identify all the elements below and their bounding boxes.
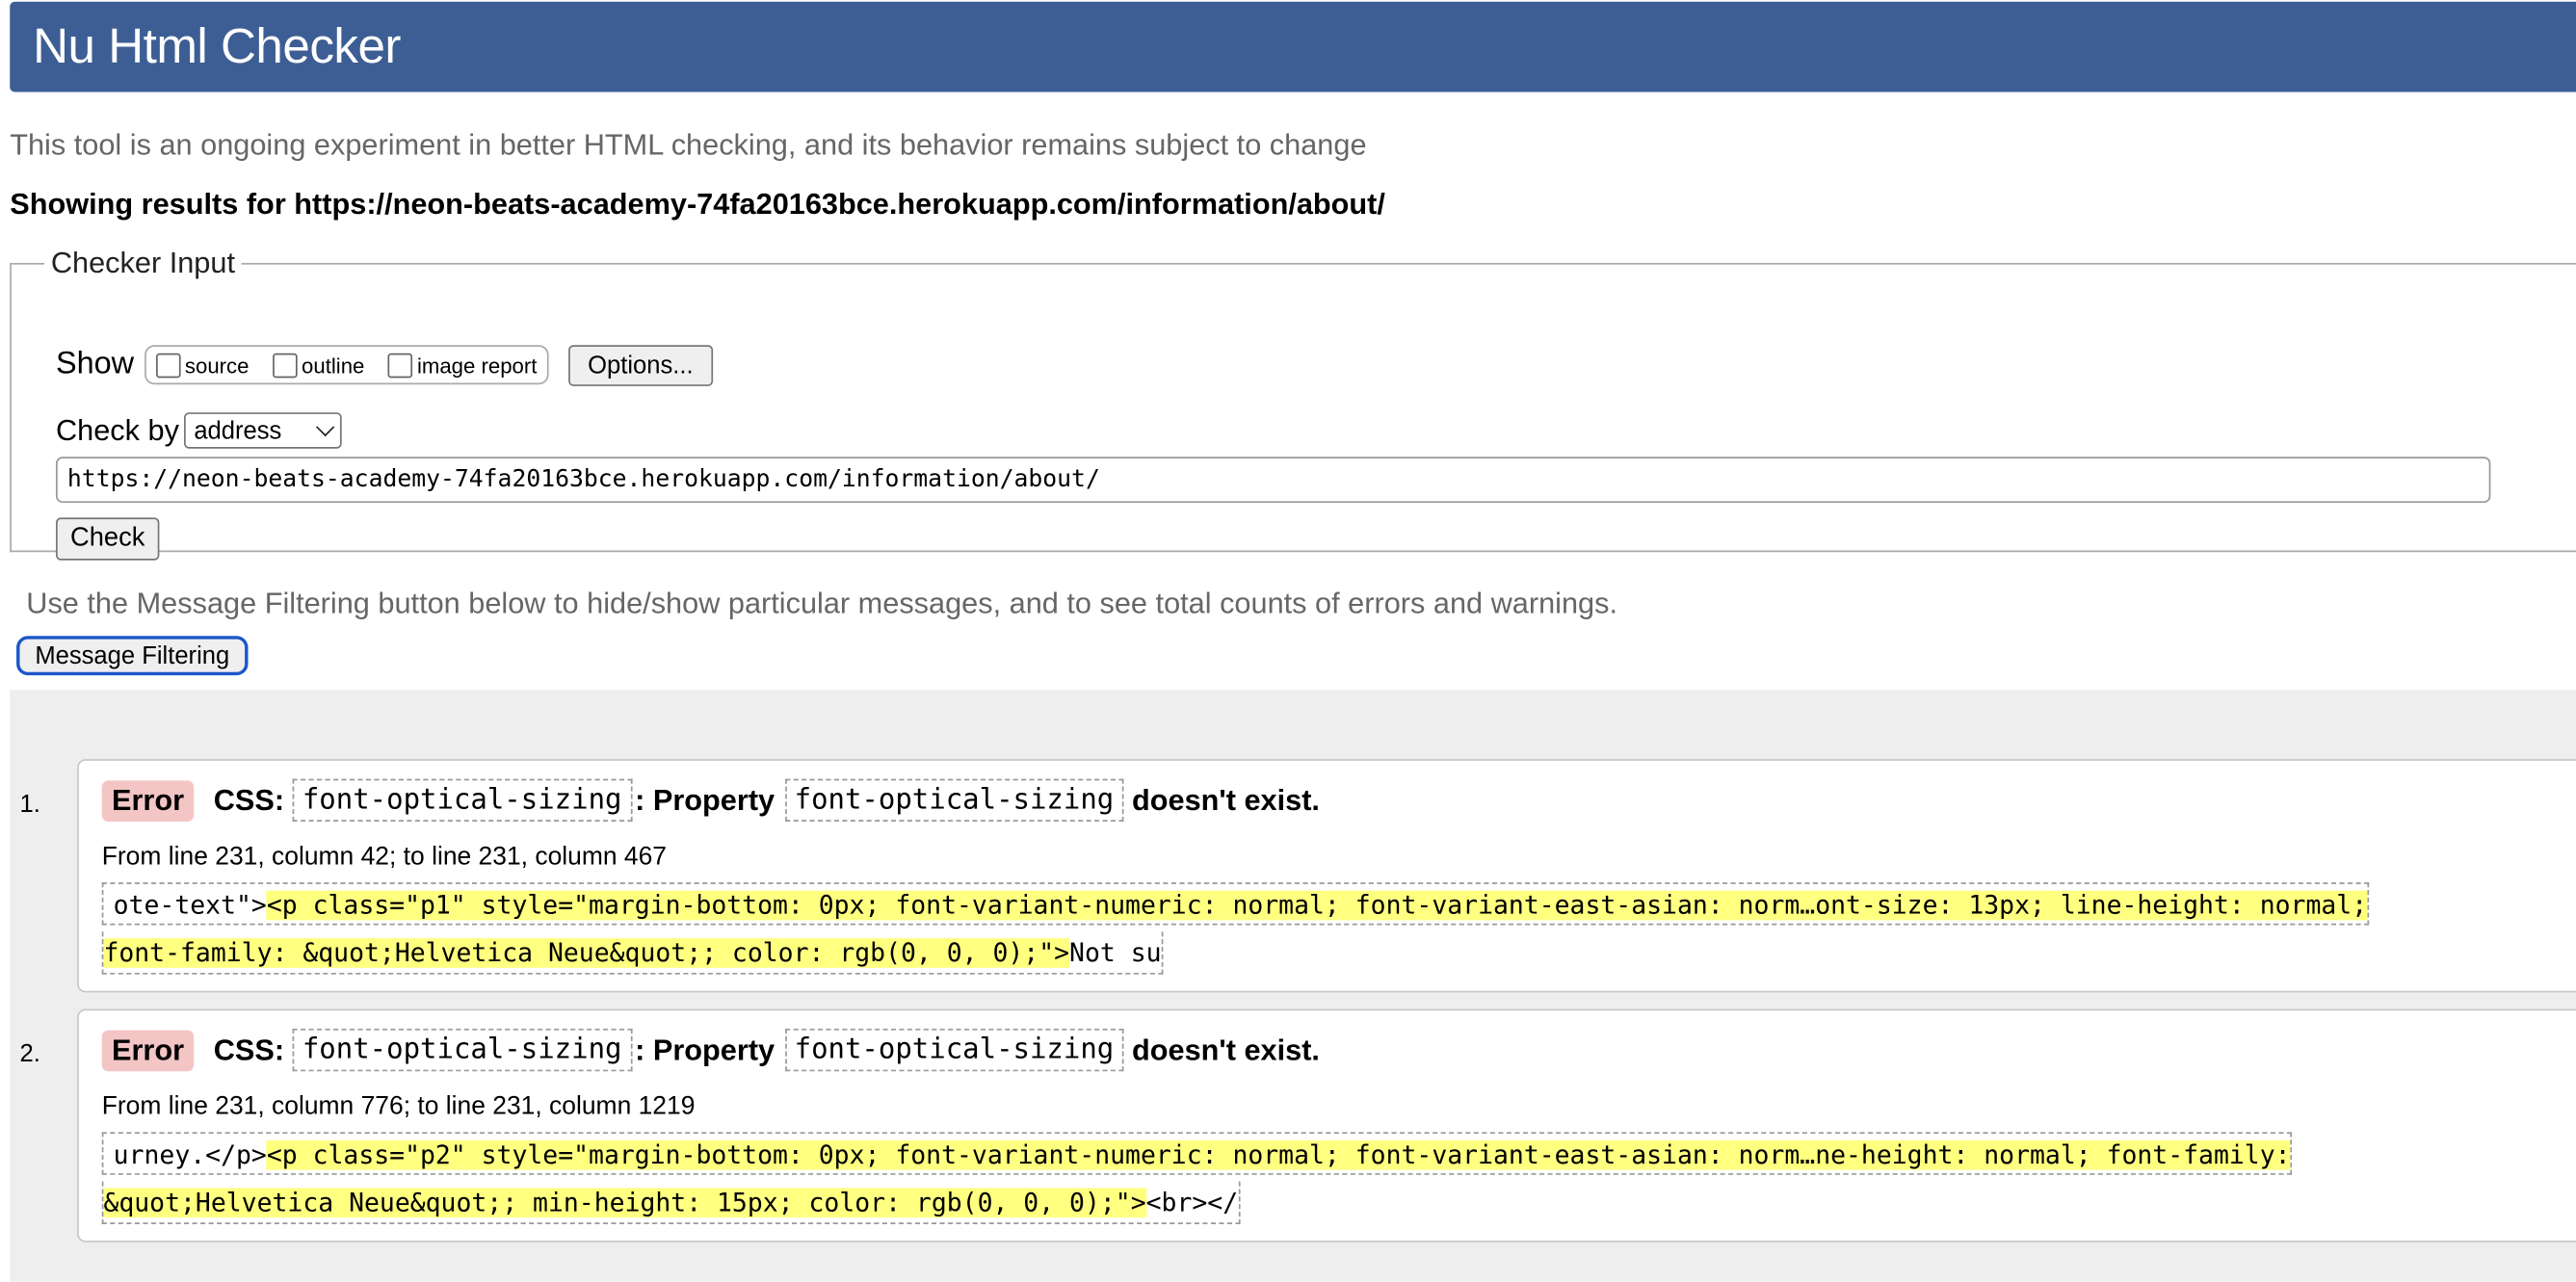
message-mid-text: : Property	[635, 782, 775, 817]
message-item: 2. Error CSS: font-optical-sizing : Prop…	[19, 1008, 2576, 1243]
extract-highlight: &quot;Helvetica Neue&quot;; min-height: …	[103, 1188, 1146, 1218]
options-button[interactable]: Options...	[567, 344, 713, 386]
checker-input-legend: Checker Input	[50, 246, 235, 280]
chevron-down-icon	[316, 417, 335, 437]
error-badge: Error	[101, 779, 195, 822]
image-report-checkbox-label: image report	[416, 352, 538, 378]
property-code: font-optical-sizing	[292, 778, 632, 822]
outline-checkbox[interactable]	[272, 352, 297, 378]
check-by-selected-value: address	[194, 416, 282, 445]
filtering-note: Use the Message Filtering button below t…	[26, 587, 1618, 620]
show-source-option[interactable]: source	[155, 352, 250, 378]
message-lang: CSS:	[213, 782, 285, 817]
extract-line: urney.</p><p class="p2" style="margin-bo…	[101, 1132, 2293, 1175]
message-location: From line 231, column 42; to line 231, c…	[101, 843, 668, 872]
source-checkbox[interactable]	[155, 352, 180, 378]
outline-checkbox-label: outline	[302, 352, 365, 378]
url-input[interactable]: https://neon-beats-academy-74fa20163bce.…	[55, 457, 2491, 504]
message-lang: CSS:	[213, 1033, 285, 1066]
extract-context: Not su	[1069, 938, 1162, 968]
check-by-select[interactable]: address	[184, 412, 342, 449]
message-number: 1.	[19, 790, 40, 819]
extract-context: <br></	[1145, 1188, 1239, 1218]
page-header: Nu Html Checker	[10, 1, 2576, 92]
message-end-text: doesn't exist.	[1132, 1033, 1320, 1066]
intro-text: This tool is an ongoing experiment in be…	[10, 128, 1367, 162]
check-by-row: Check by address	[56, 412, 342, 449]
message-end-text: doesn't exist.	[1132, 782, 1320, 817]
property-code: font-optical-sizing	[292, 1028, 632, 1072]
show-row: Show source outline image report Options…	[55, 344, 713, 386]
message-filtering-button[interactable]: Message Filtering	[16, 636, 249, 676]
page-title: Nu Html Checker	[33, 19, 401, 74]
message-item: 1. Error CSS: font-optical-sizing : Prop…	[19, 759, 2576, 993]
show-options-group: source outline image report	[144, 345, 549, 385]
extract-line: font-family: &quot;Helvetica Neue&quot;;…	[101, 931, 1164, 975]
image-report-checkbox[interactable]	[387, 352, 412, 378]
extract-highlight: <p class="p2" style="margin-bottom: 0px;…	[266, 1139, 2291, 1170]
property-code: font-optical-sizing	[784, 778, 1124, 822]
results-heading: Showing results for https://neon-beats-a…	[10, 187, 1385, 222]
results-heading-prefix: Showing results for	[10, 187, 295, 221]
extract-line: &quot;Helvetica Neue&quot;; min-height: …	[101, 1181, 1240, 1224]
message-mid-text: : Property	[635, 1033, 775, 1066]
property-code: font-optical-sizing	[784, 1028, 1124, 1072]
extract-line: ote-text"><p class="p1" style="margin-bo…	[101, 882, 2369, 926]
show-image-report-option[interactable]: image report	[387, 352, 538, 378]
extract-highlight: font-family: &quot;Helvetica Neue&quot;;…	[103, 938, 1070, 968]
message-number: 2.	[19, 1039, 40, 1068]
check-by-label: Check by	[55, 413, 179, 447]
extract-highlight: <p class="p1" style="margin-bottom: 0px;…	[266, 890, 2368, 921]
message-title: Error CSS: font-optical-sizing : Propert…	[101, 778, 1320, 822]
results-heading-url: https://neon-beats-academy-74fa20163bce.…	[294, 187, 1385, 221]
extract-context: ote-text">	[113, 890, 267, 921]
check-button[interactable]: Check	[55, 517, 160, 561]
message-location: From line 231, column 776; to line 231, …	[101, 1092, 696, 1121]
error-badge: Error	[101, 1029, 195, 1071]
message-title: Error CSS: font-optical-sizing : Propert…	[101, 1028, 1320, 1072]
checker-input-fieldset: Checker Input Show source outline image …	[10, 246, 2576, 561]
source-checkbox-label: source	[184, 352, 250, 378]
results-area: 1. Error CSS: font-optical-sizing : Prop…	[10, 690, 2576, 1282]
show-outline-option[interactable]: outline	[272, 352, 365, 378]
extract-context: urney.</p>	[113, 1139, 267, 1170]
show-label: Show	[55, 346, 135, 381]
